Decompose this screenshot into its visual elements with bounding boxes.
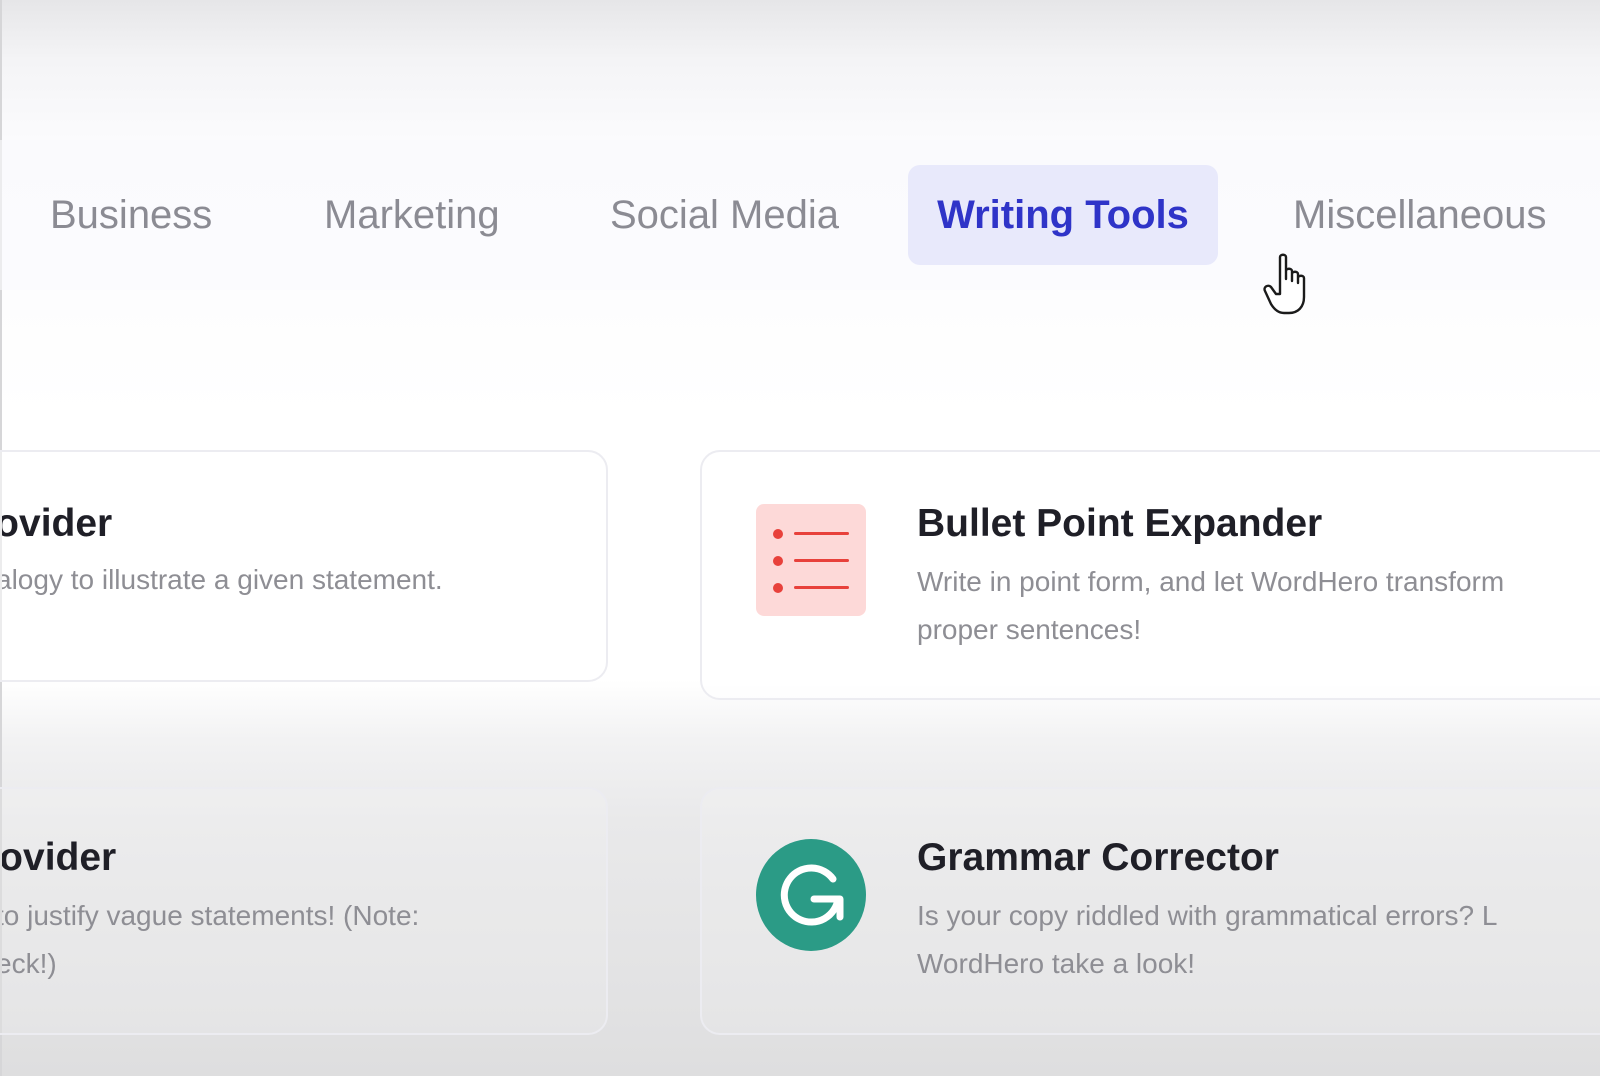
card-description-line: Write in point form, and let WordHero tr… bbox=[917, 566, 1505, 597]
grammar-g-icon bbox=[756, 839, 866, 951]
tab-social-media[interactable]: Social Media bbox=[610, 165, 839, 265]
card-description: alogy to illustrate a given statement. bbox=[2, 556, 443, 604]
hand-pointer-cursor-icon bbox=[1262, 253, 1314, 317]
grammar-g-icon-svg bbox=[780, 864, 844, 926]
hand-pointer-svg bbox=[1263, 253, 1306, 315]
card-description: Is your copy riddled with grammatical er… bbox=[917, 892, 1497, 988]
card-description-line: Is your copy riddled with grammatical er… bbox=[917, 900, 1498, 931]
card-description: Write in point form, and let WordHero tr… bbox=[917, 558, 1504, 654]
card-description-line: to justify vague statements! (Note: bbox=[2, 900, 420, 931]
card-title: Grammar Corrector bbox=[917, 836, 1279, 879]
card-desc-wrap: alogy to illustrate a given statement. bbox=[2, 452, 602, 680]
tool-card-grammar-corrector[interactable]: Grammar Corrector Is your copy riddled w… bbox=[700, 787, 1600, 1035]
tab-marketing[interactable]: Marketing bbox=[324, 165, 500, 265]
card-description-line: alogy to illustrate a given statement. bbox=[2, 564, 443, 595]
bullet-list-icon-svg bbox=[773, 529, 849, 593]
tool-card-analogy-provider[interactable]: rovider alogy to illustrate a given stat… bbox=[0, 450, 608, 682]
card-description-line: eck!) bbox=[2, 948, 57, 979]
card-content: rovider alogy to illustrate a given stat… bbox=[2, 452, 602, 680]
card-description: to justify vague statements! (Note: eck!… bbox=[2, 892, 419, 988]
card-description-line: proper sentences! bbox=[917, 614, 1142, 645]
tab-business[interactable]: Business bbox=[50, 165, 212, 265]
card-content: rovider to justify vague statements! (No… bbox=[2, 789, 602, 1033]
tab-miscellaneous[interactable]: Miscellaneous bbox=[1293, 165, 1546, 265]
tool-card-evidence-provider[interactable]: rovider to justify vague statements! (No… bbox=[0, 787, 608, 1035]
tool-card-bullet-point-expander[interactable]: Bullet Point Expander Write in point for… bbox=[700, 450, 1600, 700]
bullet-list-icon bbox=[756, 504, 866, 616]
card-title: Bullet Point Expander bbox=[917, 502, 1323, 545]
card-desc-wrap: to justify vague statements! (Note: eck!… bbox=[2, 789, 602, 1033]
card-description-line: WordHero take a look! bbox=[917, 948, 1196, 979]
tab-writing-tools[interactable]: Writing Tools bbox=[908, 165, 1218, 265]
